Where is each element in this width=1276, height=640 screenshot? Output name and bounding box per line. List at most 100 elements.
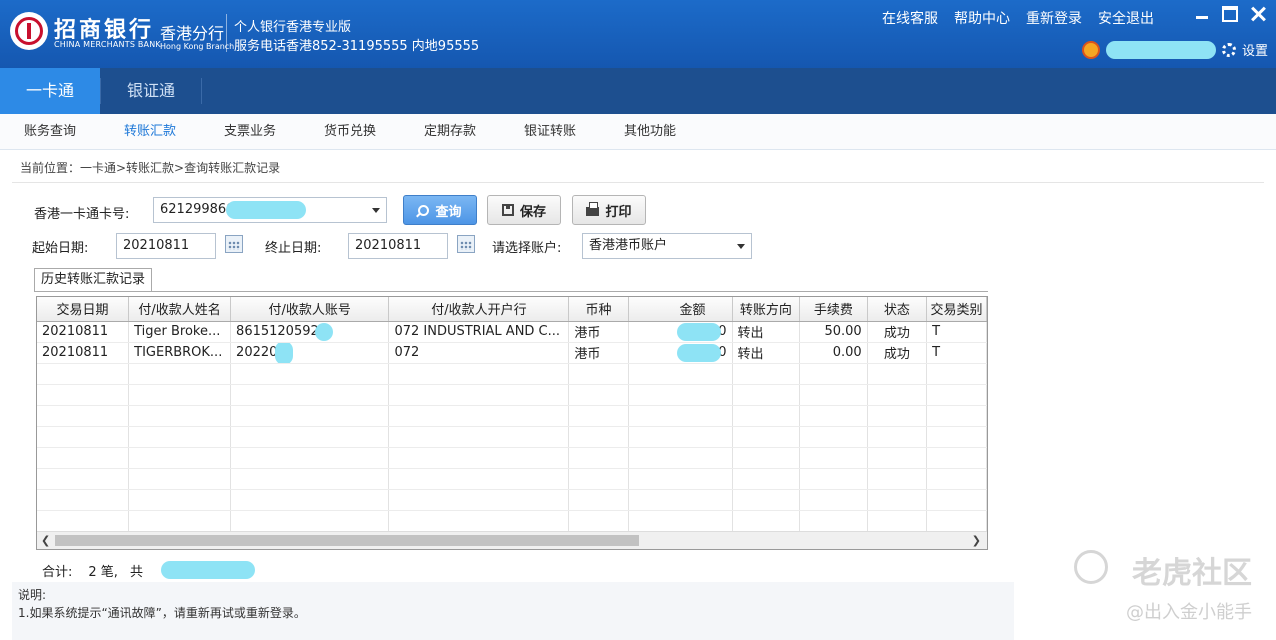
column-header[interactable]: 交易类别	[926, 297, 987, 322]
online-service-link[interactable]: 在线客服	[882, 8, 938, 28]
cell-payee-account-text: 8615120592	[236, 324, 319, 339]
gear-icon[interactable]	[1221, 42, 1236, 57]
cell-payee-name: Tiger Broke...	[128, 321, 232, 343]
card-number-value: 621299860	[160, 202, 235, 217]
summary-label: 合计:	[42, 565, 73, 580]
calendar-icon[interactable]	[225, 235, 243, 253]
search-icon	[418, 204, 430, 216]
column-header[interactable]: 付/收款人姓名	[128, 297, 232, 322]
save-button[interactable]: 保存	[487, 195, 561, 225]
header-divider	[226, 14, 227, 52]
empty-row	[37, 468, 987, 490]
redacted-username	[1105, 40, 1216, 59]
branch-name-en: Hong Kong Branch	[160, 42, 235, 51]
sub-nav: 账务查询 转账汇款 支票业务 货币兑换 定期存款 银证转账 其他功能	[0, 114, 1276, 150]
subnav-securities-transfer[interactable]: 银证转账	[500, 114, 600, 149]
save-icon	[501, 204, 514, 216]
empty-row	[37, 405, 987, 427]
chevron-down-icon	[737, 244, 745, 249]
maximize-icon[interactable]	[1222, 6, 1238, 22]
account-select[interactable]: 香港港币账户	[582, 233, 752, 259]
query-button-label: 查询	[435, 204, 462, 220]
column-header[interactable]: 付/收款人开户行	[388, 297, 570, 322]
query-button[interactable]: 查询	[403, 195, 477, 225]
cell-payee-account: 8615120592	[230, 321, 390, 343]
subnav-account-query[interactable]: 账务查询	[0, 114, 100, 149]
cell-category: T	[926, 321, 987, 343]
column-header[interactable]: 币种	[568, 297, 629, 322]
cell-date: 20210811	[37, 342, 130, 364]
watermark-brand: 老虎社区	[1132, 556, 1252, 591]
subnav-fx[interactable]: 货币兑换	[300, 114, 400, 149]
column-header[interactable]: 手续费	[799, 297, 868, 322]
scroll-left-icon[interactable]: ❮	[41, 534, 50, 547]
app-header: 招商银行 CHINA MERCHANTS BANK 香港分行 Hong Kong…	[0, 0, 1276, 68]
cell-date: 20210811	[37, 321, 130, 343]
notes-panel: 说明: 1.如果系统提示“通讯故障”，请重新再试或重新登录。	[12, 582, 1014, 640]
subnav-deposit[interactable]: 定期存款	[400, 114, 500, 149]
calendar-icon[interactable]	[457, 235, 475, 253]
end-date-input[interactable]: 20210811	[348, 233, 448, 259]
summary-total-prefix: 共	[129, 565, 143, 580]
card-number-select[interactable]: 621299860	[153, 197, 387, 223]
cell-payee-name: TIGERBROK...	[128, 342, 232, 364]
tab-history-records[interactable]: 历史转账汇款记录	[34, 268, 153, 292]
summary-row: 合计: 2 笔, 共	[42, 561, 255, 580]
column-header[interactable]: 转账方向	[732, 297, 801, 322]
window-controls	[1194, 6, 1266, 22]
scrollbar-thumb[interactable]	[55, 535, 639, 546]
user-avatar-icon	[1081, 40, 1100, 59]
empty-row	[37, 363, 987, 385]
account-label: 请选择账户:	[492, 241, 562, 256]
horizontal-scrollbar[interactable]: ❮ ❯	[37, 531, 987, 549]
watermark-handle: @出入金小能手	[1126, 602, 1252, 623]
main-nav: 一卡通 银证通	[0, 68, 1276, 114]
cell-payee-bank: 072 INDUSTRIAL AND C...	[388, 321, 570, 343]
redacted-card-digits	[226, 201, 306, 219]
cell-direction: 转出	[732, 321, 801, 343]
minimize-icon[interactable]	[1194, 6, 1210, 22]
print-icon	[586, 202, 600, 216]
relogin-link[interactable]: 重新登录	[1026, 8, 1082, 28]
edition-label: 个人银行香港专业版	[234, 20, 352, 35]
cell-payee-bank: 072	[388, 342, 570, 364]
branch-name-cn: 香港分行	[160, 24, 225, 43]
bank-logo-icon	[10, 12, 48, 50]
column-header[interactable]: 付/收款人账号	[230, 297, 390, 322]
redacted-amount	[676, 322, 721, 341]
close-icon[interactable]	[1250, 6, 1266, 22]
cell-currency: 港币	[568, 342, 629, 364]
tab-one-card[interactable]: 一卡通	[0, 68, 100, 114]
scroll-right-icon[interactable]: ❯	[972, 534, 981, 547]
print-button[interactable]: 打印	[572, 195, 646, 225]
redacted-total	[160, 561, 255, 579]
subnav-other[interactable]: 其他功能	[600, 114, 700, 149]
table-row[interactable]: 20210811 Tiger Broke... 8615120592 072 I…	[37, 321, 987, 343]
bank-name-en: CHINA MERCHANTS BANK	[54, 40, 161, 49]
cell-amount: 0	[628, 342, 733, 364]
cell-fee: 0.00	[799, 342, 868, 364]
column-header[interactable]: 交易日期	[37, 297, 130, 322]
help-center-link[interactable]: 帮助中心	[954, 8, 1010, 28]
logout-link[interactable]: 安全退出	[1098, 8, 1154, 28]
breadcrumb: 当前位置：一卡通>转账汇款>查询转账汇款记录	[20, 161, 281, 175]
records-grid: 交易日期 付/收款人姓名 付/收款人账号 付/收款人开户行 币种 金额 转账方向…	[36, 296, 988, 550]
column-header[interactable]: 金额	[628, 297, 733, 322]
user-bar: 设置	[1081, 40, 1268, 59]
top-links: 在线客服 帮助中心 重新登录 安全退出	[882, 8, 1154, 28]
subnav-transfer[interactable]: 转账汇款	[100, 114, 200, 149]
notes-line: 1.如果系统提示“通讯故障”，请重新再试或重新登录。	[18, 606, 306, 620]
records-table: 交易日期 付/收款人姓名 付/收款人账号 付/收款人开户行 币种 金额 转账方向…	[37, 297, 987, 549]
tab-securities[interactable]: 银证通	[101, 68, 201, 114]
table-header-row: 交易日期 付/收款人姓名 付/收款人账号 付/收款人开户行 币种 金额 转账方向…	[37, 297, 987, 322]
subnav-cheque[interactable]: 支票业务	[200, 114, 300, 149]
redacted-account-digits	[275, 342, 294, 362]
section-tab-underline	[34, 291, 988, 292]
column-header[interactable]: 状态	[867, 297, 928, 322]
empty-row	[37, 447, 987, 469]
cell-category: T	[926, 342, 987, 364]
notes-title: 说明:	[18, 588, 47, 602]
settings-link[interactable]: 设置	[1242, 40, 1268, 59]
table-row[interactable]: 20210811 TIGERBROK... 20220 072 港币 0 转出 …	[37, 342, 987, 364]
start-date-input[interactable]: 20210811	[116, 233, 216, 259]
